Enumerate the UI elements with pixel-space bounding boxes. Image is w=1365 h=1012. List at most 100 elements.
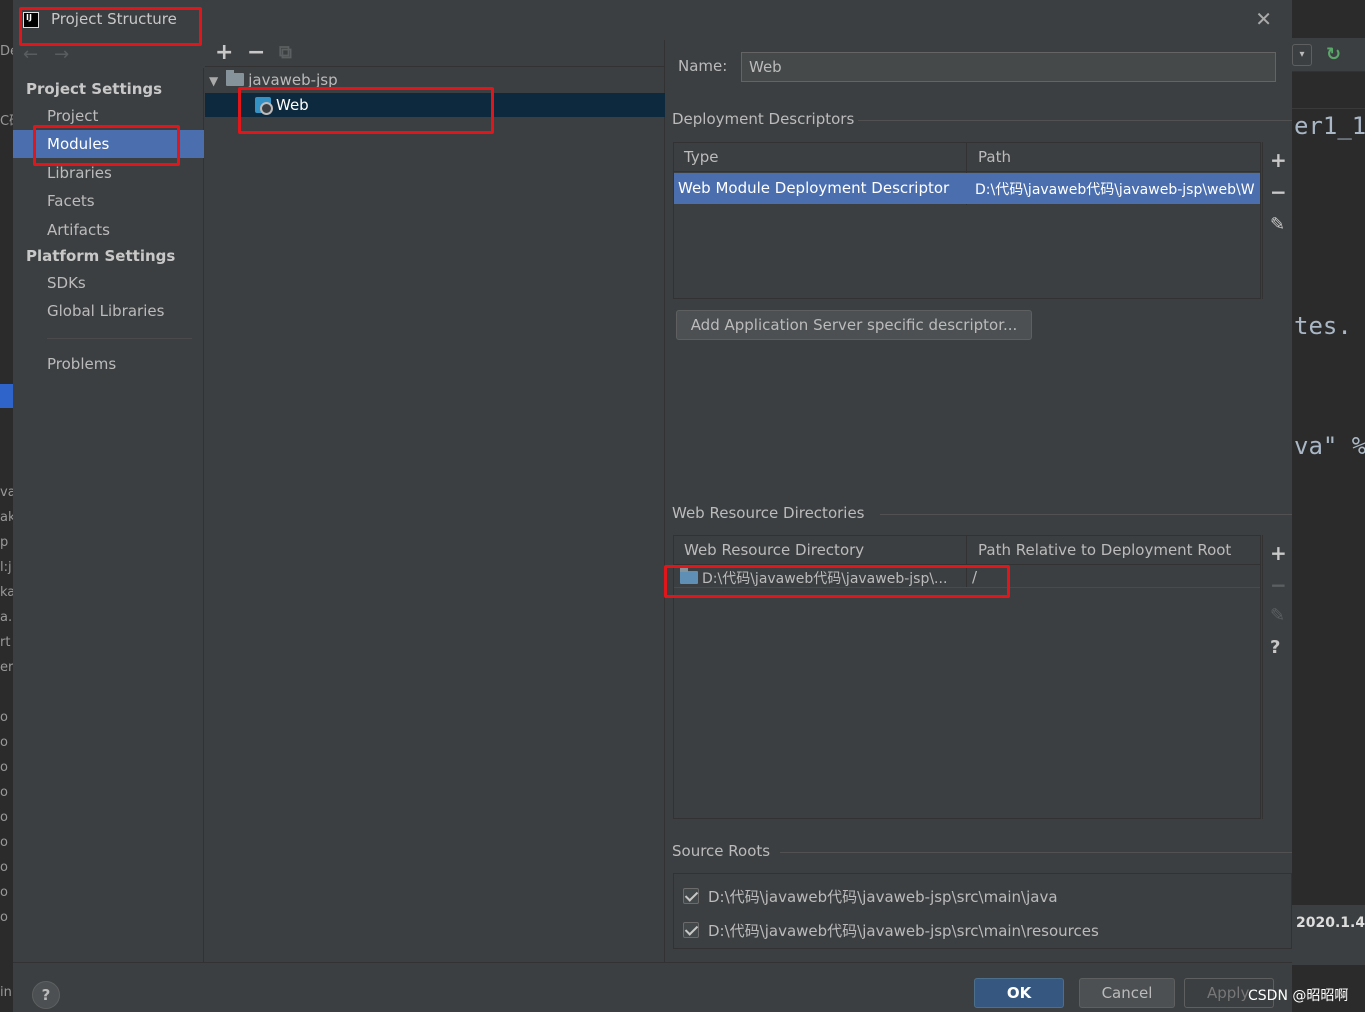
bg-fragment: De [0, 44, 13, 59]
add-icon[interactable]: + [215, 40, 233, 65]
bg-code-line: va" % [1294, 432, 1365, 460]
dialog-title: Project Structure [51, 10, 177, 28]
sidebar-item-global-libraries[interactable]: Global Libraries [13, 297, 204, 325]
bg-fragment: C码 [0, 114, 13, 129]
folder-icon [226, 70, 245, 86]
remove-icon[interactable]: − [247, 40, 265, 65]
source-root-item[interactable]: D:\代码\javaweb代码\javaweb-jsp\src\main\jav… [683, 886, 1058, 907]
sidebar-item-sdks[interactable]: SDKs [13, 269, 204, 297]
close-icon[interactable]: ✕ [1255, 7, 1272, 31]
csdn-watermark: CSDN @昭昭啊 [1248, 988, 1349, 1004]
bg-fragment: er\ [0, 660, 13, 675]
help-icon[interactable]: ? [1270, 637, 1280, 658]
checkbox-checked[interactable] [683, 922, 699, 938]
bg-fragment: o [0, 785, 8, 800]
edit-icon[interactable]: ✎ [1270, 214, 1285, 235]
refresh-icon[interactable]: ↻ [1326, 44, 1341, 65]
bg-divider [1292, 108, 1365, 109]
dialog-footer: ? OK Cancel Apply [13, 962, 1292, 1012]
source-roots-list: D:\代码\javaweb代码\javaweb-jsp\src\main\jav… [673, 873, 1292, 949]
name-field[interactable] [741, 52, 1276, 82]
table-header: Type Path [674, 143, 1260, 172]
column-header-type[interactable]: Type [684, 148, 718, 166]
web-folder-icon [680, 568, 698, 584]
column-header-directory[interactable]: Web Resource Directory [684, 541, 864, 559]
source-root-path: D:\代码\javaweb代码\javaweb-jsp\src\main\res… [708, 922, 1099, 940]
sidebar-item-artifacts[interactable]: Artifacts [13, 216, 204, 244]
section-divider [858, 120, 1292, 121]
intellij-icon [23, 12, 39, 28]
sidebar-item-modules[interactable]: Modules [13, 130, 204, 158]
tree-node-label: javaweb-jsp [248, 71, 338, 89]
module-tree-panel: + − ⧉ ▼ javaweb-jsp Web [205, 40, 665, 962]
bg-code-line: tes. [1294, 312, 1352, 340]
sidebar-item-project[interactable]: Project [13, 102, 204, 130]
tree-toolbar: + − ⧉ [205, 40, 665, 67]
tree-node-label: Web [276, 96, 309, 114]
copy-icon[interactable]: ⧉ [279, 42, 292, 63]
nav-arrows: ← → [23, 44, 85, 65]
title-bar: Project Structure ✕ [13, 0, 1292, 40]
forward-arrow-icon[interactable]: → [54, 44, 69, 65]
bg-fragment: in [0, 985, 12, 1000]
table-row[interactable]: Web Module Deployment Descriptor D:\代码\j… [674, 173, 1260, 204]
add-icon[interactable]: + [1270, 541, 1287, 565]
back-arrow-icon[interactable]: ← [23, 44, 38, 65]
bg-fragment: l:j [0, 560, 12, 575]
sidebar-item-problems[interactable]: Problems [13, 350, 204, 378]
bg-code-line: er1_1 [1294, 112, 1365, 140]
edit-icon[interactable]: ✎ [1270, 605, 1285, 626]
bg-fragment: o [0, 885, 8, 900]
bg-fragment: o [0, 710, 8, 725]
bg-fragment: o [0, 835, 8, 850]
settings-sidebar: Project Settings Project Modules Librari… [13, 68, 204, 962]
web-facet-settings: Name: Deployment Descriptors Type Path W… [666, 40, 1292, 962]
ok-button[interactable]: OK [974, 978, 1064, 1008]
background-ide-left: De C码 va' ak p l:j ka a.: rt er\ o o o o… [0, 0, 13, 1012]
deployment-side-toolbar: + − ✎ [1262, 142, 1293, 299]
bg-fragment: rt [0, 635, 11, 650]
table-row[interactable]: D:\代码\javaweb代码\javaweb-jsp\... / [674, 566, 1260, 588]
sidebar-item-libraries[interactable]: Libraries [13, 159, 204, 187]
help-button[interactable]: ? [32, 981, 60, 1009]
add-icon[interactable]: + [1270, 148, 1287, 172]
bg-fragment: o [0, 735, 8, 750]
resource-directory-cell: D:\代码\javaweb代码\javaweb-jsp\... [702, 571, 948, 587]
resources-side-toolbar: + − ✎ ? [1262, 535, 1293, 819]
bg-fragment: o [0, 760, 8, 775]
expand-arrow-icon[interactable]: ▼ [209, 74, 218, 88]
column-header-relative-path[interactable]: Path Relative to Deployment Root [978, 541, 1231, 559]
cancel-button[interactable]: Cancel [1079, 978, 1175, 1008]
bg-fragment: a.: [0, 610, 13, 625]
bg-fragment: o [0, 860, 8, 875]
source-root-item[interactable]: D:\代码\javaweb代码\javaweb-jsp\src\main\res… [683, 920, 1099, 941]
web-facet-icon [255, 97, 273, 115]
relative-path-cell: / [972, 568, 978, 586]
web-resource-directories-title: Web Resource Directories [672, 504, 865, 522]
bg-fragment: va' [0, 485, 13, 500]
bg-selection [0, 384, 13, 408]
bg-fragment: ak [0, 510, 13, 525]
checkbox-checked[interactable] [683, 888, 699, 904]
table-header: Web Resource Directory Path Relative to … [674, 536, 1260, 565]
deployment-descriptors-title: Deployment Descriptors [672, 110, 855, 128]
sidebar-divider [47, 338, 192, 339]
source-roots-title: Source Roots [672, 842, 771, 860]
source-root-path: D:\代码\javaweb代码\javaweb-jsp\src\main\jav… [708, 888, 1058, 906]
column-header-path[interactable]: Path [978, 148, 1011, 166]
project-settings-header: Project Settings [26, 80, 163, 98]
background-ide-right: ▾ ↻ er1_1 tes. va" % 2020.1.4 a [1292, 0, 1365, 1012]
sidebar-item-facets[interactable]: Facets [13, 187, 204, 215]
remove-icon[interactable]: − [1270, 180, 1287, 204]
bg-fragment: ka [0, 585, 13, 600]
deployment-descriptors-table: Type Path Web Module Deployment Descript… [673, 142, 1261, 299]
section-divider [780, 852, 1292, 853]
project-structure-dialog: Project Structure ✕ ←→ Project Settings … [13, 0, 1292, 1012]
remove-icon[interactable]: − [1270, 573, 1287, 597]
add-server-descriptor-button[interactable]: Add Application Server specific descript… [676, 310, 1032, 340]
bg-fragment: o [0, 810, 8, 825]
chevron-down-icon[interactable]: ▾ [1292, 44, 1312, 66]
tree-node-javaweb-jsp[interactable]: ▼ javaweb-jsp [205, 68, 665, 92]
bg-version-label: 2020.1.4 a [1292, 905, 1365, 965]
tree-node-web[interactable]: Web [205, 93, 665, 117]
